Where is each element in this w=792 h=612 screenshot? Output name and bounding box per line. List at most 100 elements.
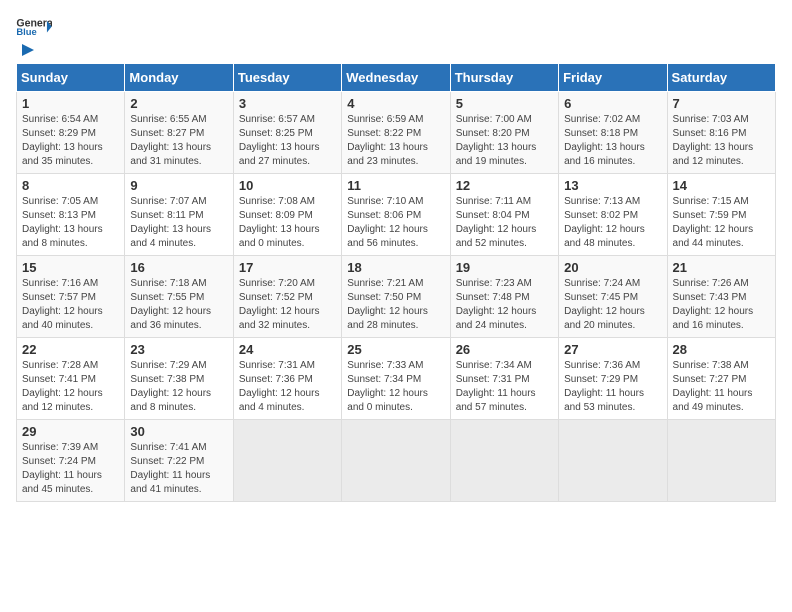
weekday-header-tuesday: Tuesday — [233, 64, 341, 92]
calendar-cell: 15 Sunrise: 7:16 AM Sunset: 7:57 PM Dayli… — [17, 256, 125, 338]
day-number: 6 — [564, 96, 661, 111]
day-info: Sunrise: 6:57 AM Sunset: 8:25 PM Dayligh… — [239, 113, 336, 169]
day-info: Sunrise: 7:11 AM Sunset: 8:04 PM Dayligh… — [456, 195, 553, 251]
calendar-cell: 7 Sunrise: 7:03 AM Sunset: 8:16 PM Daylig… — [667, 92, 775, 174]
calendar-cell: 21 Sunrise: 7:26 AM Sunset: 7:43 PM Dayli… — [667, 256, 775, 338]
day-number: 19 — [456, 260, 553, 275]
day-number: 3 — [239, 96, 336, 111]
logo-icon: General Blue — [16, 16, 52, 36]
calendar-cell: 27Sunrise: 7:36 AM Sunset: 7:29 PM Dayli… — [559, 338, 667, 420]
day-number: 23 — [130, 342, 227, 357]
calendar-cell: 10 Sunrise: 7:08 AM Sunset: 8:09 PM Dayli… — [233, 174, 341, 256]
day-info: Sunrise: 6:54 AM Sunset: 8:29 PM Dayligh… — [22, 113, 119, 169]
weekday-row: SundayMondayTuesdayWednesdayThursdayFrid… — [17, 64, 776, 92]
day-number: 7 — [673, 96, 770, 111]
day-number: 30 — [130, 424, 227, 439]
day-info: Sunrise: 7:33 AM Sunset: 7:34 PM Dayligh… — [347, 359, 444, 415]
calendar-cell: 25 Sunrise: 7:33 AM Sunset: 7:34 PM Dayli… — [342, 338, 450, 420]
day-number: 24 — [239, 342, 336, 357]
day-info: Sunrise: 7:16 AM Sunset: 7:57 PM Dayligh… — [22, 277, 119, 333]
day-info: Sunrise: 7:24 AM Sunset: 7:45 PM Dayligh… — [564, 277, 661, 333]
day-number: 14 — [673, 178, 770, 193]
calendar-cell: 1Sunrise: 6:54 AM Sunset: 8:29 PM Daylig… — [17, 92, 125, 174]
day-number: 12 — [456, 178, 553, 193]
calendar-cell — [667, 420, 775, 502]
day-number: 20 — [564, 260, 661, 275]
calendar-cell: 30 Sunrise: 7:41 AM Sunset: 7:22 PM Dayli… — [125, 420, 233, 502]
calendar-cell: 9Sunrise: 7:07 AM Sunset: 8:11 PM Daylig… — [125, 174, 233, 256]
calendar-cell: 6 Sunrise: 7:02 AM Sunset: 8:18 PM Daylig… — [559, 92, 667, 174]
calendar-cell: 19 Sunrise: 7:23 AM Sunset: 7:48 PM Dayli… — [450, 256, 558, 338]
calendar-cell: 28Sunrise: 7:38 AM Sunset: 7:27 PM Dayli… — [667, 338, 775, 420]
day-info: Sunrise: 7:05 AM Sunset: 8:13 PM Dayligh… — [22, 195, 119, 251]
day-info: Sunrise: 7:41 AM Sunset: 7:22 PM Dayligh… — [130, 441, 227, 497]
weekday-header-friday: Friday — [559, 64, 667, 92]
day-info: Sunrise: 7:20 AM Sunset: 7:52 PM Dayligh… — [239, 277, 336, 333]
calendar-cell: 8 Sunrise: 7:05 AM Sunset: 8:13 PM Daylig… — [17, 174, 125, 256]
day-info: Sunrise: 7:29 AM Sunset: 7:38 PM Dayligh… — [130, 359, 227, 415]
calendar-cell: 16Sunrise: 7:18 AM Sunset: 7:55 PM Dayli… — [125, 256, 233, 338]
day-info: Sunrise: 7:07 AM Sunset: 8:11 PM Dayligh… — [130, 195, 227, 251]
calendar-cell: 22 Sunrise: 7:28 AM Sunset: 7:41 PM Dayli… — [17, 338, 125, 420]
calendar-cell: 2 Sunrise: 6:55 AM Sunset: 8:27 PM Daylig… — [125, 92, 233, 174]
calendar-cell — [559, 420, 667, 502]
calendar-cell — [342, 420, 450, 502]
calendar-cell: 17 Sunrise: 7:20 AM Sunset: 7:52 PM Dayli… — [233, 256, 341, 338]
day-info: Sunrise: 7:10 AM Sunset: 8:06 PM Dayligh… — [347, 195, 444, 251]
calendar-cell: 29 Sunrise: 7:39 AM Sunset: 7:24 PM Dayli… — [17, 420, 125, 502]
day-number: 21 — [673, 260, 770, 275]
calendar-cell: 3 Sunrise: 6:57 AM Sunset: 8:25 PM Daylig… — [233, 92, 341, 174]
day-info: Sunrise: 7:18 AM Sunset: 7:55 PM Dayligh… — [130, 277, 227, 333]
header: General Blue — [16, 16, 776, 59]
day-number: 17 — [239, 260, 336, 275]
day-number: 29 — [22, 424, 119, 439]
day-number: 10 — [239, 178, 336, 193]
calendar-cell: 18Sunrise: 7:21 AM Sunset: 7:50 PM Dayli… — [342, 256, 450, 338]
day-info: Sunrise: 7:08 AM Sunset: 8:09 PM Dayligh… — [239, 195, 336, 251]
calendar-cell: 4 Sunrise: 6:59 AM Sunset: 8:22 PM Daylig… — [342, 92, 450, 174]
day-info: Sunrise: 7:15 AM Sunset: 7:59 PM Dayligh… — [673, 195, 770, 251]
day-number: 8 — [22, 178, 119, 193]
day-info: Sunrise: 7:02 AM Sunset: 8:18 PM Dayligh… — [564, 113, 661, 169]
day-number: 4 — [347, 96, 444, 111]
calendar-cell: 12 Sunrise: 7:11 AM Sunset: 8:04 PM Dayli… — [450, 174, 558, 256]
day-info: Sunrise: 7:23 AM Sunset: 7:48 PM Dayligh… — [456, 277, 553, 333]
day-info: Sunrise: 7:26 AM Sunset: 7:43 PM Dayligh… — [673, 277, 770, 333]
day-number: 13 — [564, 178, 661, 193]
calendar-cell: 20 Sunrise: 7:24 AM Sunset: 7:45 PM Dayli… — [559, 256, 667, 338]
calendar-cell: 13 Sunrise: 7:13 AM Sunset: 8:02 PM Dayli… — [559, 174, 667, 256]
calendar-cell: 23 Sunrise: 7:29 AM Sunset: 7:38 PM Dayli… — [125, 338, 233, 420]
day-number: 22 — [22, 342, 119, 357]
day-info: Sunrise: 7:03 AM Sunset: 8:16 PM Dayligh… — [673, 113, 770, 169]
weekday-header-wednesday: Wednesday — [342, 64, 450, 92]
day-info: Sunrise: 7:28 AM Sunset: 7:41 PM Dayligh… — [22, 359, 119, 415]
day-info: Sunrise: 7:38 AM Sunset: 7:27 PM Dayligh… — [673, 359, 770, 415]
weekday-header-monday: Monday — [125, 64, 233, 92]
calendar-cell: 14 Sunrise: 7:15 AM Sunset: 7:59 PM Dayli… — [667, 174, 775, 256]
weekday-header-saturday: Saturday — [667, 64, 775, 92]
week-row-1: 1Sunrise: 6:54 AM Sunset: 8:29 PM Daylig… — [17, 92, 776, 174]
calendar-cell: 5 Sunrise: 7:00 AM Sunset: 8:20 PM Daylig… — [450, 92, 558, 174]
week-row-3: 15 Sunrise: 7:16 AM Sunset: 7:57 PM Dayli… — [17, 256, 776, 338]
week-row-5: 29 Sunrise: 7:39 AM Sunset: 7:24 PM Dayli… — [17, 420, 776, 502]
day-info: Sunrise: 6:59 AM Sunset: 8:22 PM Dayligh… — [347, 113, 444, 169]
calendar-cell — [450, 420, 558, 502]
day-number: 2 — [130, 96, 227, 111]
day-number: 15 — [22, 260, 119, 275]
weekday-header-thursday: Thursday — [450, 64, 558, 92]
day-info: Sunrise: 7:21 AM Sunset: 7:50 PM Dayligh… — [347, 277, 444, 333]
calendar-body: 1Sunrise: 6:54 AM Sunset: 8:29 PM Daylig… — [17, 92, 776, 502]
calendar-table: SundayMondayTuesdayWednesdayThursdayFrid… — [16, 63, 776, 502]
day-info: Sunrise: 7:39 AM Sunset: 7:24 PM Dayligh… — [22, 441, 119, 497]
day-info: Sunrise: 7:34 AM Sunset: 7:31 PM Dayligh… — [456, 359, 553, 415]
day-info: Sunrise: 7:13 AM Sunset: 8:02 PM Dayligh… — [564, 195, 661, 251]
day-info: Sunrise: 6:55 AM Sunset: 8:27 PM Dayligh… — [130, 113, 227, 169]
calendar-cell: 11 Sunrise: 7:10 AM Sunset: 8:06 PM Dayli… — [342, 174, 450, 256]
day-number: 11 — [347, 178, 444, 193]
weekday-header-sunday: Sunday — [17, 64, 125, 92]
day-number: 5 — [456, 96, 553, 111]
day-number: 25 — [347, 342, 444, 357]
calendar-cell — [233, 420, 341, 502]
day-info: Sunrise: 7:00 AM Sunset: 8:20 PM Dayligh… — [456, 113, 553, 169]
calendar-header: SundayMondayTuesdayWednesdayThursdayFrid… — [17, 64, 776, 92]
